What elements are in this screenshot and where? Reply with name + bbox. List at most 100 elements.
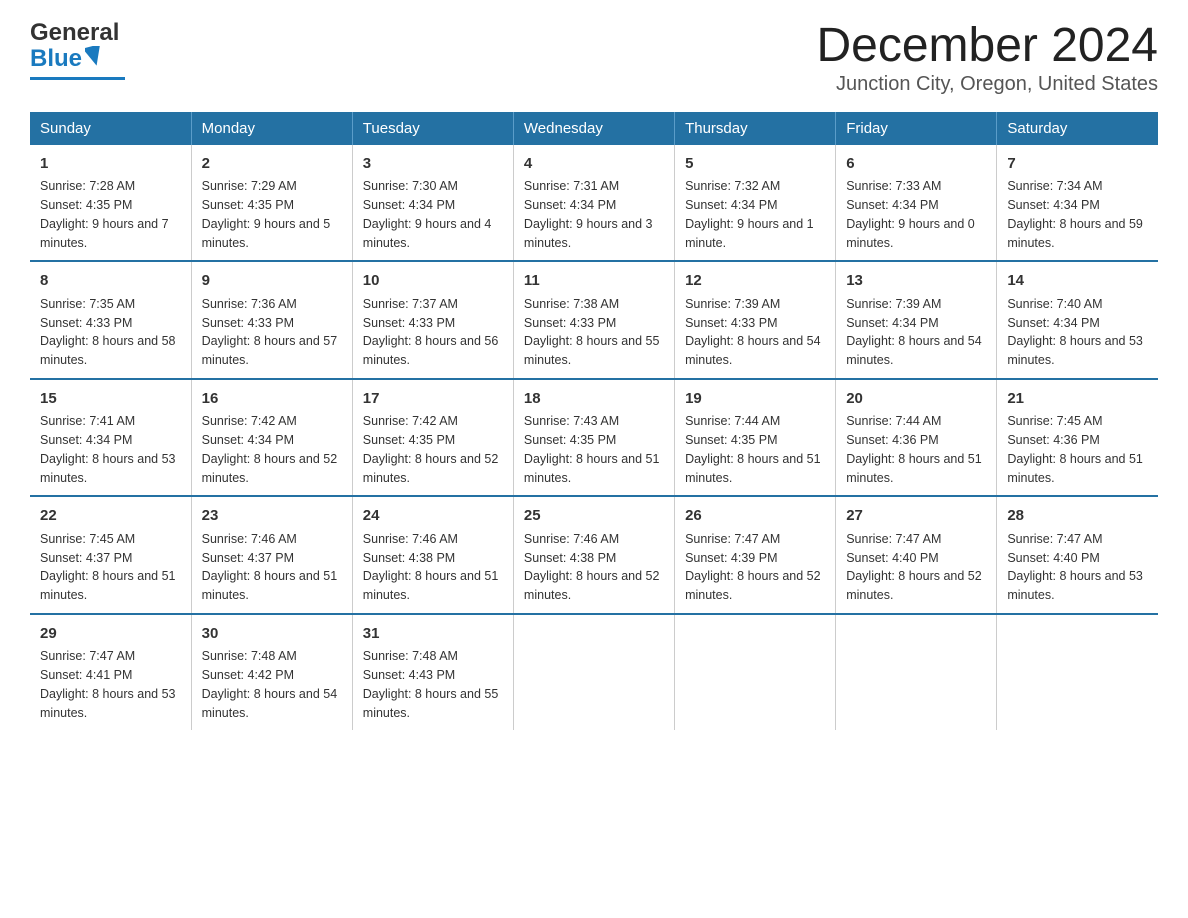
table-row: 27 Sunrise: 7:47 AMSunset: 4:40 PMDaylig… — [836, 496, 997, 614]
day-number: 13 — [846, 270, 986, 293]
day-info: Sunrise: 7:47 AMSunset: 4:41 PMDaylight:… — [40, 649, 176, 719]
table-row: 20 Sunrise: 7:44 AMSunset: 4:36 PMDaylig… — [836, 379, 997, 497]
day-info: Sunrise: 7:29 AMSunset: 4:35 PMDaylight:… — [202, 179, 331, 249]
table-row: 16 Sunrise: 7:42 AMSunset: 4:34 PMDaylig… — [191, 379, 352, 497]
col-thursday: Thursday — [675, 112, 836, 145]
day-number: 28 — [1007, 505, 1148, 528]
day-info: Sunrise: 7:45 AMSunset: 4:36 PMDaylight:… — [1007, 414, 1143, 484]
day-number: 14 — [1007, 270, 1148, 293]
col-tuesday: Tuesday — [352, 112, 513, 145]
table-row: 19 Sunrise: 7:44 AMSunset: 4:35 PMDaylig… — [675, 379, 836, 497]
day-number: 11 — [524, 270, 664, 293]
day-number: 7 — [1007, 153, 1148, 176]
table-row: 7 Sunrise: 7:34 AMSunset: 4:34 PMDayligh… — [997, 145, 1158, 262]
location-subtitle: Junction City, Oregon, United States — [816, 73, 1158, 96]
day-info: Sunrise: 7:30 AMSunset: 4:34 PMDaylight:… — [363, 179, 492, 249]
day-info: Sunrise: 7:47 AMSunset: 4:40 PMDaylight:… — [846, 532, 982, 602]
day-info: Sunrise: 7:47 AMSunset: 4:40 PMDaylight:… — [1007, 532, 1143, 602]
day-number: 10 — [363, 270, 503, 293]
day-info: Sunrise: 7:44 AMSunset: 4:35 PMDaylight:… — [685, 414, 821, 484]
table-row: 9 Sunrise: 7:36 AMSunset: 4:33 PMDayligh… — [191, 261, 352, 379]
day-number: 4 — [524, 153, 664, 176]
calendar-table: Sunday Monday Tuesday Wednesday Thursday… — [30, 112, 1158, 731]
day-number: 21 — [1007, 388, 1148, 411]
day-info: Sunrise: 7:44 AMSunset: 4:36 PMDaylight:… — [846, 414, 982, 484]
table-row: 15 Sunrise: 7:41 AMSunset: 4:34 PMDaylig… — [30, 379, 191, 497]
table-row: 29 Sunrise: 7:47 AMSunset: 4:41 PMDaylig… — [30, 614, 191, 731]
day-info: Sunrise: 7:39 AMSunset: 4:34 PMDaylight:… — [846, 297, 982, 367]
day-info: Sunrise: 7:37 AMSunset: 4:33 PMDaylight:… — [363, 297, 499, 367]
table-row — [836, 614, 997, 731]
day-number: 20 — [846, 388, 986, 411]
day-info: Sunrise: 7:46 AMSunset: 4:38 PMDaylight:… — [363, 532, 499, 602]
table-row: 17 Sunrise: 7:42 AMSunset: 4:35 PMDaylig… — [352, 379, 513, 497]
col-friday: Friday — [836, 112, 997, 145]
day-number: 19 — [685, 388, 825, 411]
calendar-header-row: Sunday Monday Tuesday Wednesday Thursday… — [30, 112, 1158, 145]
day-info: Sunrise: 7:46 AMSunset: 4:38 PMDaylight:… — [524, 532, 660, 602]
day-info: Sunrise: 7:45 AMSunset: 4:37 PMDaylight:… — [40, 532, 176, 602]
day-number: 12 — [685, 270, 825, 293]
day-number: 24 — [363, 505, 503, 528]
day-info: Sunrise: 7:43 AMSunset: 4:35 PMDaylight:… — [524, 414, 660, 484]
logo-general: General — [30, 20, 119, 46]
month-year-title: December 2024 — [816, 20, 1158, 73]
day-number: 17 — [363, 388, 503, 411]
day-info: Sunrise: 7:48 AMSunset: 4:42 PMDaylight:… — [202, 649, 338, 719]
table-row: 4 Sunrise: 7:31 AMSunset: 4:34 PMDayligh… — [513, 145, 674, 262]
col-monday: Monday — [191, 112, 352, 145]
day-info: Sunrise: 7:48 AMSunset: 4:43 PMDaylight:… — [363, 649, 499, 719]
table-row — [997, 614, 1158, 731]
table-row: 26 Sunrise: 7:47 AMSunset: 4:39 PMDaylig… — [675, 496, 836, 614]
calendar-week-row: 8 Sunrise: 7:35 AMSunset: 4:33 PMDayligh… — [30, 261, 1158, 379]
day-info: Sunrise: 7:32 AMSunset: 4:34 PMDaylight:… — [685, 179, 814, 249]
table-row: 14 Sunrise: 7:40 AMSunset: 4:34 PMDaylig… — [997, 261, 1158, 379]
day-number: 31 — [363, 623, 503, 646]
calendar-week-row: 22 Sunrise: 7:45 AMSunset: 4:37 PMDaylig… — [30, 496, 1158, 614]
day-number: 6 — [846, 153, 986, 176]
day-number: 9 — [202, 270, 342, 293]
day-number: 15 — [40, 388, 181, 411]
col-sunday: Sunday — [30, 112, 191, 145]
logo-blue: Blue — [30, 46, 82, 72]
day-info: Sunrise: 7:39 AMSunset: 4:33 PMDaylight:… — [685, 297, 821, 367]
day-number: 18 — [524, 388, 664, 411]
table-row: 30 Sunrise: 7:48 AMSunset: 4:42 PMDaylig… — [191, 614, 352, 731]
day-info: Sunrise: 7:40 AMSunset: 4:34 PMDaylight:… — [1007, 297, 1143, 367]
day-info: Sunrise: 7:34 AMSunset: 4:34 PMDaylight:… — [1007, 179, 1143, 249]
logo: General Blue — [30, 20, 125, 80]
table-row — [513, 614, 674, 731]
day-number: 26 — [685, 505, 825, 528]
title-block: December 2024 Junction City, Oregon, Uni… — [816, 20, 1158, 96]
logo-border — [30, 77, 125, 80]
table-row: 13 Sunrise: 7:39 AMSunset: 4:34 PMDaylig… — [836, 261, 997, 379]
table-row: 2 Sunrise: 7:29 AMSunset: 4:35 PMDayligh… — [191, 145, 352, 262]
calendar-week-row: 1 Sunrise: 7:28 AMSunset: 4:35 PMDayligh… — [30, 145, 1158, 262]
day-info: Sunrise: 7:31 AMSunset: 4:34 PMDaylight:… — [524, 179, 653, 249]
table-row: 1 Sunrise: 7:28 AMSunset: 4:35 PMDayligh… — [30, 145, 191, 262]
table-row: 23 Sunrise: 7:46 AMSunset: 4:37 PMDaylig… — [191, 496, 352, 614]
col-saturday: Saturday — [997, 112, 1158, 145]
day-info: Sunrise: 7:28 AMSunset: 4:35 PMDaylight:… — [40, 179, 169, 249]
day-info: Sunrise: 7:38 AMSunset: 4:33 PMDaylight:… — [524, 297, 660, 367]
table-row: 12 Sunrise: 7:39 AMSunset: 4:33 PMDaylig… — [675, 261, 836, 379]
day-number: 2 — [202, 153, 342, 176]
table-row — [675, 614, 836, 731]
day-info: Sunrise: 7:41 AMSunset: 4:34 PMDaylight:… — [40, 414, 176, 484]
day-number: 30 — [202, 623, 342, 646]
table-row: 24 Sunrise: 7:46 AMSunset: 4:38 PMDaylig… — [352, 496, 513, 614]
table-row: 25 Sunrise: 7:46 AMSunset: 4:38 PMDaylig… — [513, 496, 674, 614]
col-wednesday: Wednesday — [513, 112, 674, 145]
day-info: Sunrise: 7:46 AMSunset: 4:37 PMDaylight:… — [202, 532, 338, 602]
table-row: 8 Sunrise: 7:35 AMSunset: 4:33 PMDayligh… — [30, 261, 191, 379]
calendar-week-row: 15 Sunrise: 7:41 AMSunset: 4:34 PMDaylig… — [30, 379, 1158, 497]
day-number: 8 — [40, 270, 181, 293]
table-row: 22 Sunrise: 7:45 AMSunset: 4:37 PMDaylig… — [30, 496, 191, 614]
table-row: 31 Sunrise: 7:48 AMSunset: 4:43 PMDaylig… — [352, 614, 513, 731]
page-header: General Blue December 2024 Junction City… — [30, 20, 1158, 96]
table-row: 18 Sunrise: 7:43 AMSunset: 4:35 PMDaylig… — [513, 379, 674, 497]
table-row: 21 Sunrise: 7:45 AMSunset: 4:36 PMDaylig… — [997, 379, 1158, 497]
table-row: 11 Sunrise: 7:38 AMSunset: 4:33 PMDaylig… — [513, 261, 674, 379]
day-info: Sunrise: 7:47 AMSunset: 4:39 PMDaylight:… — [685, 532, 821, 602]
day-number: 22 — [40, 505, 181, 528]
